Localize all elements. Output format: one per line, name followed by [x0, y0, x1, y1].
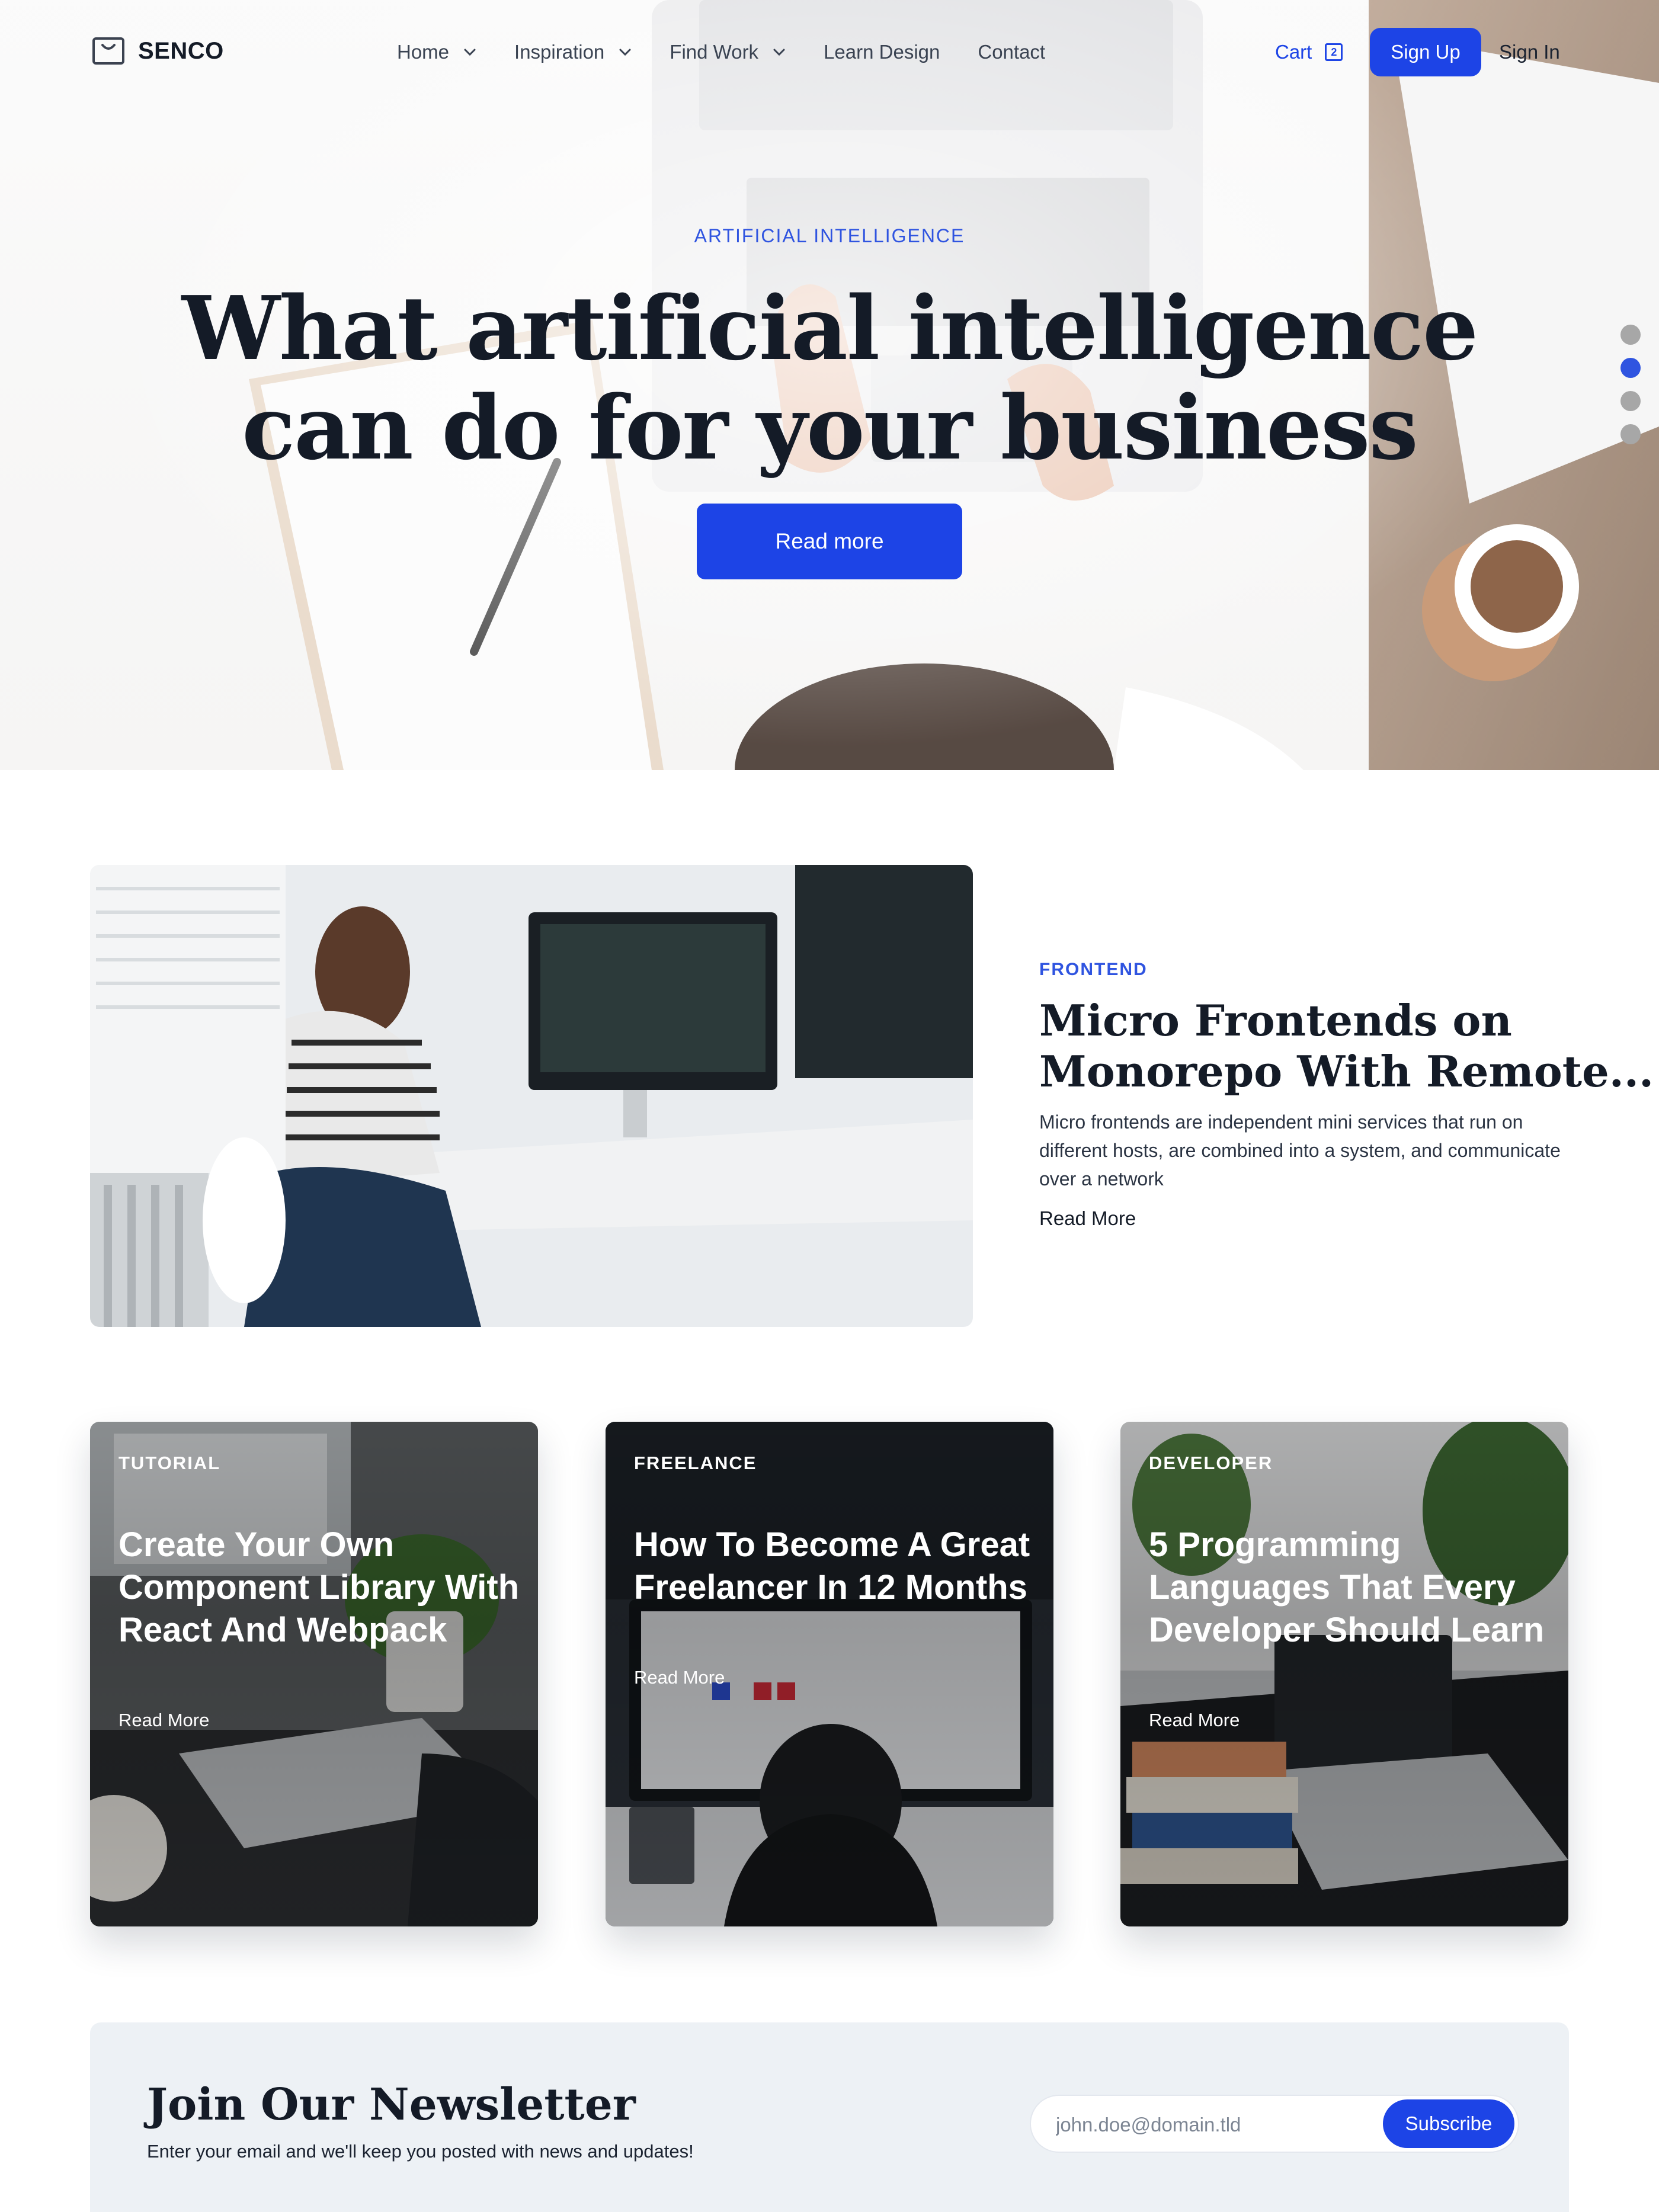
slider-dot[interactable] [1620, 391, 1641, 411]
sign-in-link[interactable]: Sign In [1499, 37, 1560, 68]
card-title: 5 Programming Languages That Every Devel… [1149, 1525, 1545, 1649]
menu-item-label: Contact [978, 41, 1046, 63]
newsletter-title: Join Our Newsletter [147, 2079, 636, 2130]
main-menu: Home Inspiration Find Work Learn Design … [397, 37, 1083, 68]
card-overlay [1120, 1422, 1568, 1926]
featured-title-line: Micro Frontends on [1039, 995, 1512, 1046]
chevron-down-icon [773, 49, 785, 56]
cart-label: Cart [1275, 41, 1312, 63]
featured-read-more-link[interactable]: Read More [1039, 1207, 1572, 1230]
card-read-more-link[interactable]: Read More [1149, 1710, 1240, 1731]
card-title: Create Your Own Component Library With R… [118, 1525, 520, 1649]
card-category: DEVELOPER [1149, 1453, 1273, 1473]
newsletter-form: Subscribe [1030, 2095, 1519, 2153]
article-card-tutorial[interactable]: TUTORIAL Create Your Own Component Libra… [90, 1422, 538, 1926]
card-overlay [90, 1422, 538, 1926]
cart-link[interactable]: Cart 2 [1275, 37, 1343, 68]
card-title: How To Become A Great Freelancer In 12 M… [634, 1525, 1030, 1607]
card-category: TUTORIAL [118, 1453, 221, 1473]
subscribe-button[interactable]: Subscribe [1383, 2099, 1514, 2148]
menu-item-label: Find Work [670, 41, 759, 63]
menu-item-find-work[interactable]: Find Work [670, 37, 786, 68]
menu-item-label: Learn Design [824, 41, 940, 63]
brand-logo[interactable]: SENCO [92, 37, 224, 65]
featured-description: Micro frontends are independent mini ser… [1039, 1111, 1561, 1190]
slider-dot[interactable] [1620, 325, 1641, 345]
menu-item-home[interactable]: Home [397, 37, 476, 68]
menu-item-learn-design[interactable]: Learn Design [824, 37, 940, 68]
cart-count-badge: 2 [1325, 43, 1343, 61]
newsletter-email-input[interactable] [1056, 2110, 1352, 2140]
article-card-developer[interactable]: DEVELOPER 5 Programming Languages That E… [1120, 1422, 1568, 1926]
menu-item-label: Inspiration [514, 41, 605, 63]
chevron-down-icon [464, 49, 476, 56]
menu-item-contact[interactable]: Contact [978, 37, 1045, 68]
shopping-bag-icon [92, 37, 124, 65]
article-card-freelance[interactable]: FREELANCE How To Become A Great Freelanc… [606, 1422, 1053, 1926]
menu-item-label: Home [397, 41, 450, 63]
sign-up-button[interactable]: Sign Up [1370, 28, 1481, 76]
card-category: FREELANCE [634, 1453, 757, 1473]
newsletter-subtitle: Enter your email and we'll keep you post… [147, 2141, 694, 2162]
featured-title-line: Monorepo With Remote... [1039, 1046, 1654, 1097]
brand-name: SENCO [138, 37, 224, 64]
featured-category: FRONTEND [1039, 960, 1148, 979]
slider-pagination [1620, 325, 1641, 444]
hero-title: What artificial intelligence can do for … [181, 277, 1478, 479]
featured-photo [90, 865, 973, 1327]
card-read-more-link[interactable]: Read More [634, 1667, 725, 1688]
slider-dot-active[interactable] [1620, 358, 1641, 378]
card-read-more-link[interactable]: Read More [118, 1710, 209, 1731]
featured-article-image[interactable] [90, 865, 973, 1327]
hero-read-more-button[interactable]: Read more [697, 504, 962, 579]
slider-dot[interactable] [1620, 424, 1641, 444]
featured-title[interactable]: Micro Frontends on Monorepo With Remote.… [1039, 995, 1654, 1097]
menu-item-inspiration[interactable]: Inspiration [514, 37, 632, 68]
hero-category: ARTIFICIAL INTELLIGENCE [694, 225, 965, 246]
hero-section: SENCO Home Inspiration Find Work Learn D… [0, 0, 1659, 770]
top-navigation: SENCO Home Inspiration Find Work Learn D… [0, 0, 1659, 104]
chevron-down-icon [619, 49, 631, 56]
featured-article-text: FRONTEND Micro Frontends on Monorepo Wit… [1039, 960, 1654, 1230]
newsletter-section: Join Our Newsletter Enter your email and… [90, 2022, 1569, 2212]
